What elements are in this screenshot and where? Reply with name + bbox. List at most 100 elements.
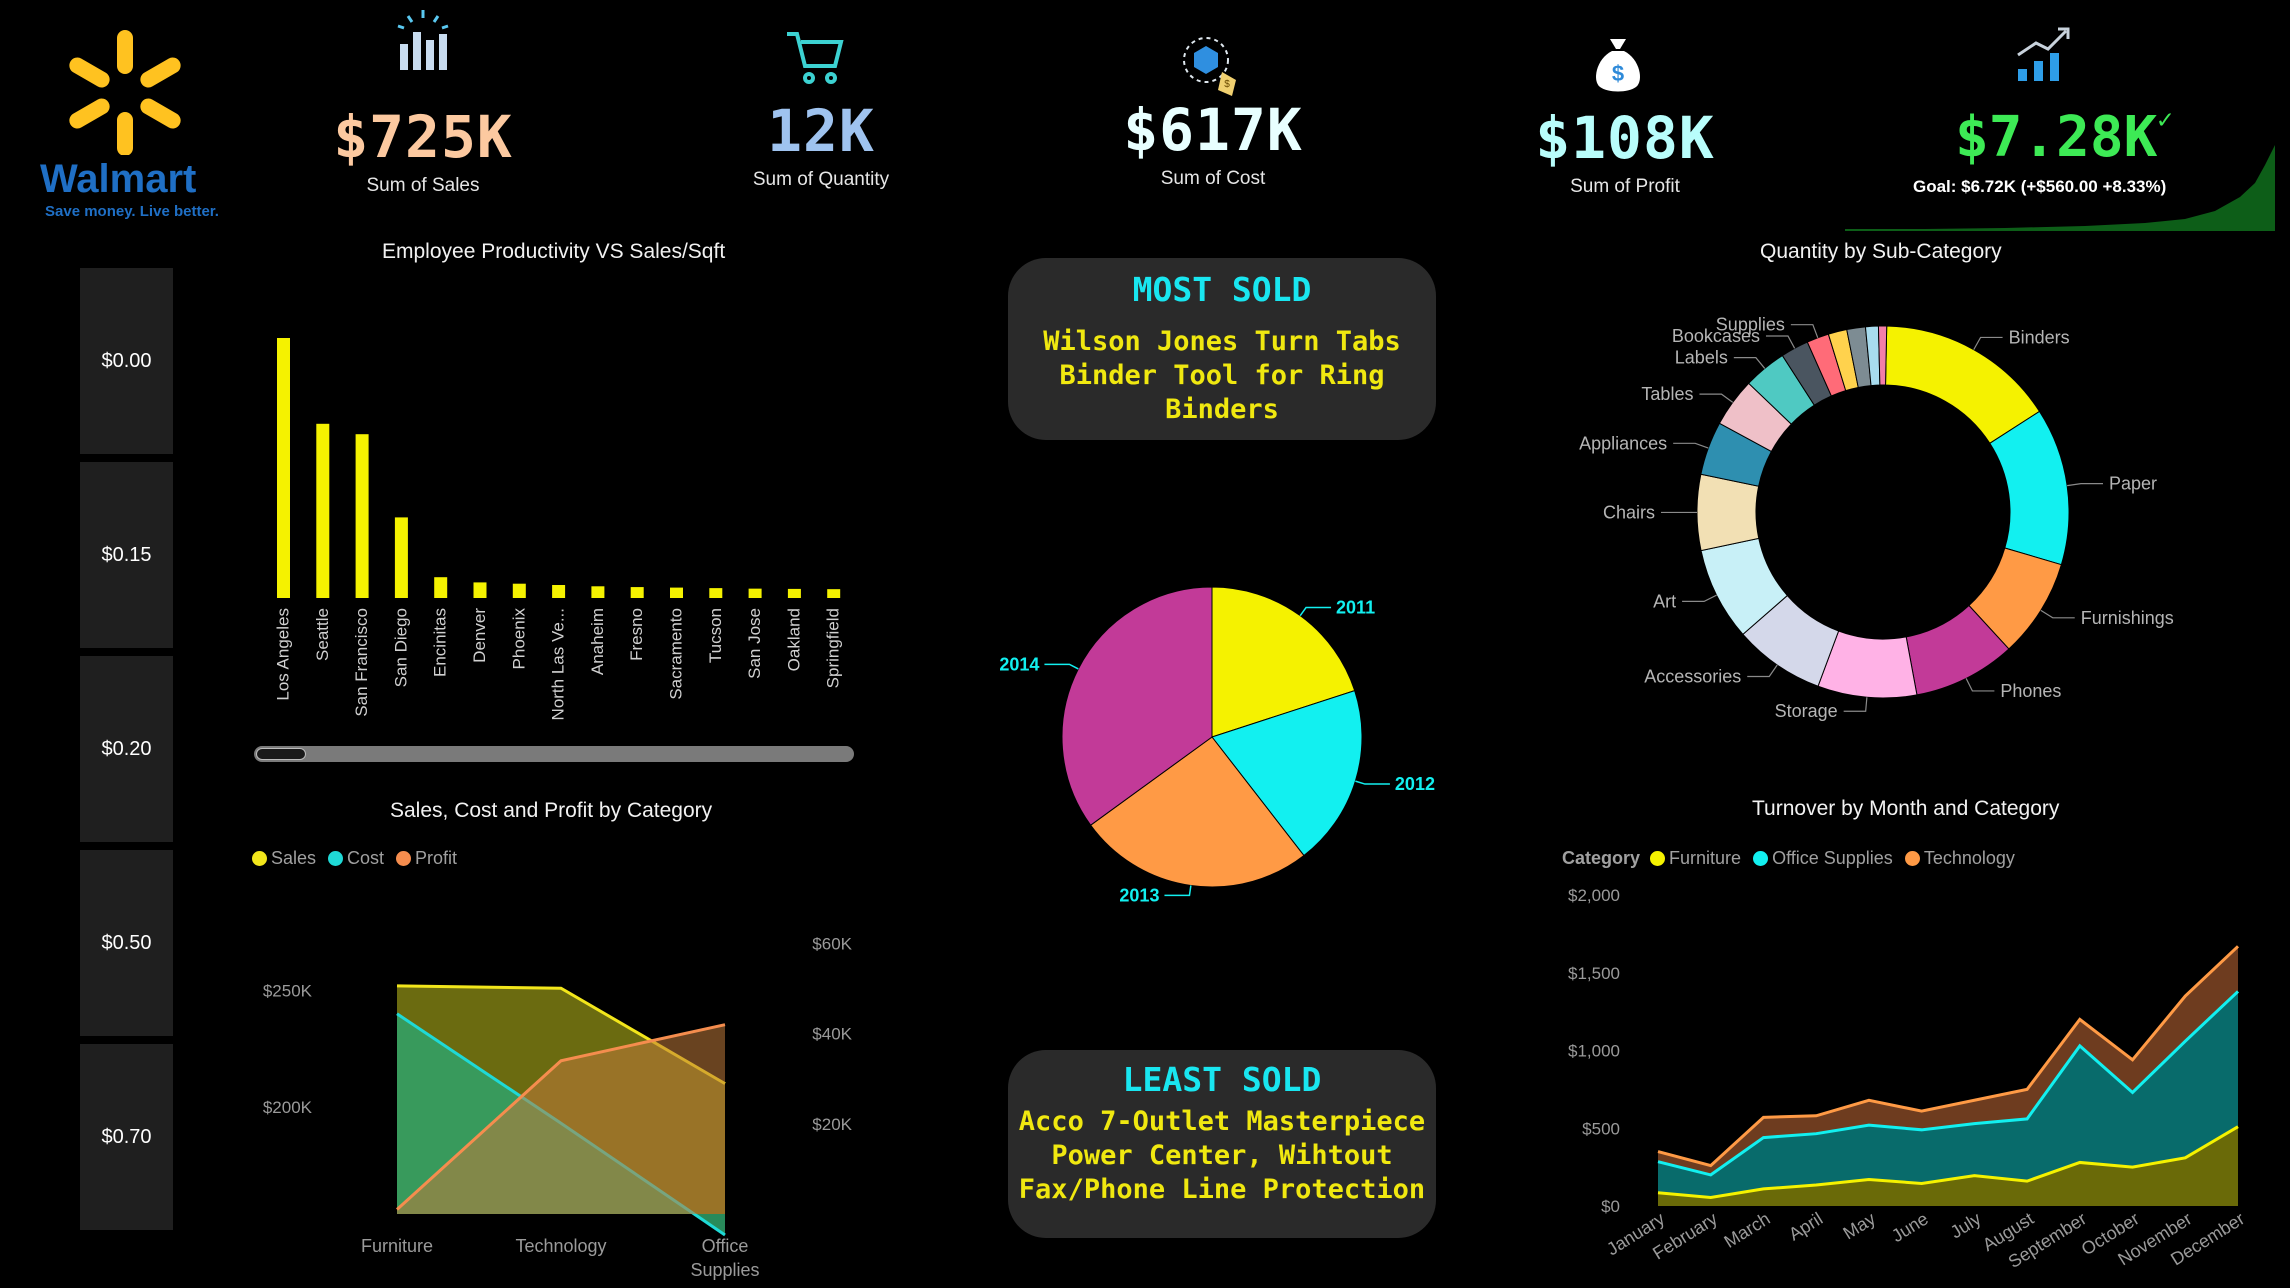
y-tick-label: $2,000 bbox=[1568, 886, 1620, 905]
bar-x-tick-label: North Las Ve... bbox=[549, 608, 568, 720]
donut-leader-line bbox=[1699, 393, 1734, 403]
kpi-quantity-value: 12K bbox=[767, 97, 875, 165]
walmart-tagline: Save money. Live better. bbox=[45, 203, 219, 220]
y-right-tick-label: $40K bbox=[812, 1025, 852, 1044]
bar bbox=[473, 582, 487, 598]
kpi-sales-label: Sum of Sales bbox=[366, 175, 480, 196]
donut-leader-line bbox=[2040, 609, 2075, 619]
pie-data-label: 2013 bbox=[1119, 885, 1159, 905]
bar-x-tick-label: Sacramento bbox=[667, 608, 686, 700]
donut-data-label: Accessories bbox=[1644, 666, 1741, 686]
slicer-item[interactable]: $0.50 bbox=[80, 850, 173, 1036]
slicer-item[interactable]: $0.20 bbox=[80, 656, 173, 842]
donut-data-label: Furnishings bbox=[2081, 608, 2174, 628]
donut-leader-line bbox=[1973, 336, 2003, 350]
kpi-sales: $725K Sum of Sales bbox=[273, 103, 573, 197]
kpi-cost-value: $617K bbox=[1123, 96, 1303, 164]
donut-data-label: Storage bbox=[1775, 701, 1838, 721]
category-chart-legend: Sales Cost Profit bbox=[252, 848, 457, 869]
bar-x-tick-label: Anaheim bbox=[588, 608, 607, 675]
bar bbox=[591, 586, 605, 598]
least-sold-product: Acco 7-Outlet Masterpiece Power Center, … bbox=[1008, 1105, 1436, 1207]
most-sold-title: MOST SOLD bbox=[1132, 270, 1312, 309]
most-sold-line: Wilson Jones Turn Tabs bbox=[1043, 326, 1401, 357]
y-right-tick-label: $60K bbox=[812, 935, 852, 954]
donut-data-label: Phones bbox=[2000, 681, 2061, 701]
donut-data-label: Tables bbox=[1641, 384, 1693, 404]
pie-leader-line bbox=[1299, 606, 1332, 617]
most-sold-product: Wilson Jones Turn Tabs Binder Tool for R… bbox=[1008, 325, 1436, 427]
donut-leader-line bbox=[1747, 664, 1778, 678]
bar bbox=[748, 588, 762, 598]
donut-data-label: Appliances bbox=[1579, 433, 1667, 453]
bar-x-tick-label: Denver bbox=[470, 608, 489, 663]
bar bbox=[277, 338, 290, 598]
turnover-area-chart: $0$500$1,000$1,500$2,000JanuaryFebruary M… bbox=[1568, 886, 2248, 1272]
legend-dot-profit bbox=[396, 851, 412, 866]
pie-data-label: 2011 bbox=[1336, 598, 1375, 618]
x-tick-label: June bbox=[1888, 1208, 1932, 1246]
donut-leader-line bbox=[1790, 324, 1819, 339]
slicer-item[interactable]: $0.70 bbox=[80, 1044, 173, 1230]
slicer-item[interactable]: $0.00 bbox=[80, 268, 173, 454]
y-tick-label: $1,000 bbox=[1568, 1042, 1620, 1061]
pie-leader-line bbox=[1044, 663, 1079, 670]
legend-dot-cost bbox=[328, 851, 344, 866]
donut-leader-line bbox=[1765, 335, 1796, 349]
donut-slice bbox=[1696, 473, 1760, 552]
growth-chart-icon bbox=[2017, 27, 2070, 81]
x-tick-label: Furniture bbox=[361, 1236, 433, 1256]
legend-dot-furniture bbox=[1650, 851, 1666, 866]
y-tick-label: $0 bbox=[1601, 1197, 1620, 1216]
bar-x-tick-label: San Diego bbox=[391, 608, 410, 687]
turnover-chart-legend: Category Furniture Office Supplies Techn… bbox=[1562, 848, 2015, 869]
kpi-quantity-label: Sum of Quantity bbox=[752, 169, 890, 190]
kpi-profit: $108K Sum of Profit bbox=[1475, 104, 1775, 198]
kpi-quantity: 12K Sum of Quantity bbox=[671, 97, 971, 191]
least-sold-line: Power Center, Wihtout bbox=[1051, 1140, 1393, 1171]
bar bbox=[434, 577, 448, 598]
pie-data-label: 2014 bbox=[999, 654, 1039, 674]
svg-text:$: $ bbox=[1224, 79, 1230, 90]
donut-data-label: Binders bbox=[2009, 327, 2070, 347]
kpi-cost-label: Sum of Cost bbox=[1160, 168, 1266, 189]
scrollbar-thumb[interactable] bbox=[256, 748, 306, 760]
bar bbox=[670, 587, 683, 598]
pie-data-label: 2012 bbox=[1395, 774, 1435, 794]
category-chart-title: Sales, Cost and Profit by Category bbox=[390, 799, 713, 822]
shopping-cart-icon bbox=[787, 32, 844, 84]
x-tick-label: March bbox=[1721, 1208, 1774, 1251]
slicer-item[interactable]: $0.15 bbox=[80, 462, 173, 648]
least-sold-line: Fax/Phone Line Protection bbox=[1018, 1174, 1426, 1205]
x-tick-label: April bbox=[1785, 1208, 1826, 1244]
kpi-target-goal: Goal: $6.72K (+$560.00 +8.33%) bbox=[1913, 177, 2167, 196]
subcategory-donut-chart: Binders Paper Furnishings Phones Storage Acce… bbox=[1579, 315, 2174, 722]
donut-chart-title: Quantity by Sub-Category bbox=[1760, 240, 2002, 263]
kpi-sales-value: $725K bbox=[333, 103, 513, 171]
horizontal-scrollbar[interactable] bbox=[254, 746, 854, 762]
bar-x-tick-label: Springfield bbox=[824, 608, 843, 688]
bar bbox=[630, 587, 644, 598]
legend-dot-office-supplies bbox=[1753, 851, 1769, 866]
donut-data-label: Art bbox=[1653, 591, 1676, 611]
kpi-target-value: $7.28K✓ bbox=[1955, 105, 2173, 170]
donut-leader-line bbox=[1843, 697, 1868, 712]
bar bbox=[552, 585, 566, 598]
y-left-tick-label: $250K bbox=[263, 982, 313, 1001]
y-tick-label: $1,500 bbox=[1568, 964, 1620, 983]
donut-data-label: Labels bbox=[1675, 348, 1728, 368]
bar-x-tick-label: San Francisco bbox=[352, 608, 371, 717]
bar bbox=[394, 517, 408, 598]
turnover-chart-title: Turnover by Month and Category bbox=[1752, 797, 2060, 820]
legend-label-cost: Cost bbox=[347, 848, 385, 868]
bar-x-tick-label: Encinitas bbox=[431, 608, 450, 677]
money-bag-icon: $ bbox=[1596, 39, 1640, 92]
donut-data-label: Paper bbox=[2109, 474, 2157, 494]
bar-x-tick-label: Tucson bbox=[706, 608, 725, 663]
walmart-logo: Walmart Save money. Live better. bbox=[30, 15, 220, 225]
bar-x-tick-label: Phoenix bbox=[509, 608, 528, 670]
donut-leader-line bbox=[1673, 442, 1709, 449]
legend-dot-sales bbox=[252, 851, 267, 866]
bar bbox=[316, 423, 330, 598]
donut-leader-line bbox=[1965, 678, 1995, 692]
